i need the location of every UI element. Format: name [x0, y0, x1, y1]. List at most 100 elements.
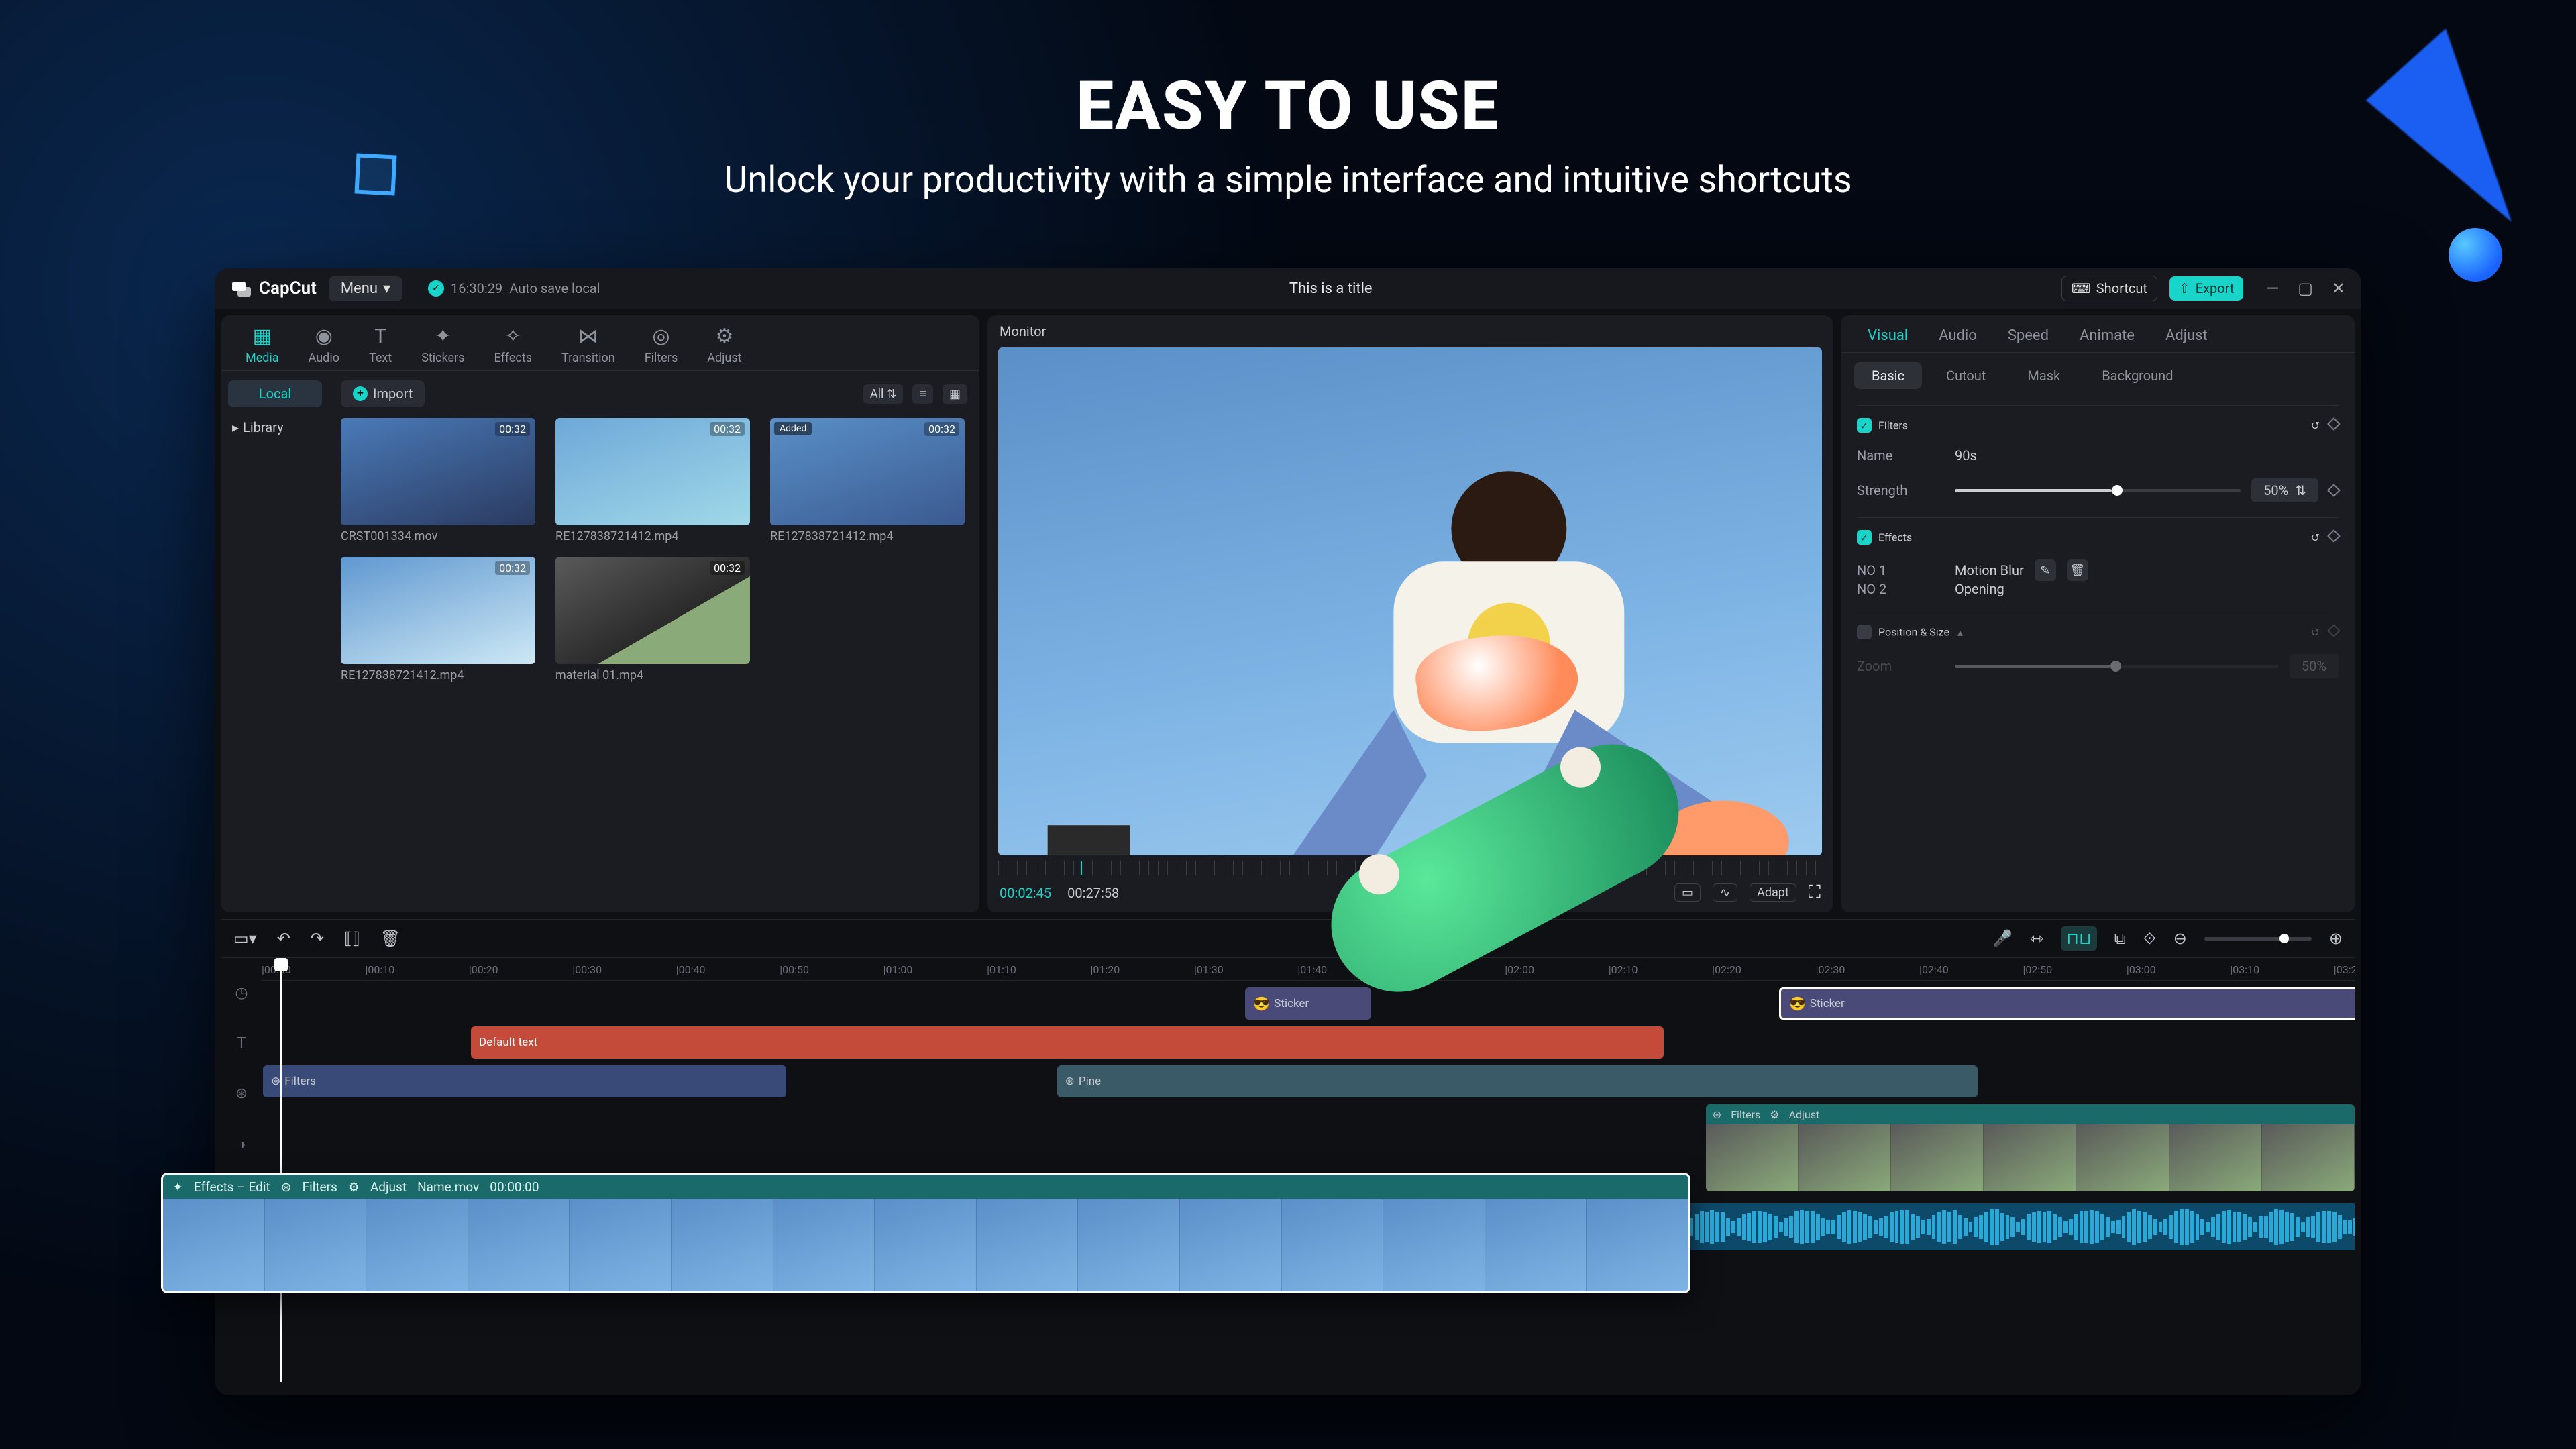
inspector-subtab-cutout[interactable]: Cutout	[1929, 362, 2003, 389]
quality-icon[interactable]: ∿	[1713, 883, 1737, 902]
filter-all[interactable]: All⇅	[863, 384, 904, 404]
export-button[interactable]: ⇧ Export	[2169, 276, 2244, 301]
snap-icon[interactable]: ⧉	[2114, 929, 2126, 948]
keyframe-icon[interactable]	[2327, 484, 2341, 497]
inspector-tab-speed[interactable]: Speed	[1996, 319, 2061, 352]
magnet-icon[interactable]: ⊓⊔	[2061, 926, 2096, 951]
close-icon[interactable]: ✕	[2332, 279, 2345, 298]
media-clip[interactable]: 00:32RE127838721412.mp4	[341, 557, 535, 682]
menu-button[interactable]: Menu ▾	[329, 276, 402, 301]
timeline-zoom-slider[interactable]	[2204, 937, 2312, 941]
import-button[interactable]: +Import	[341, 380, 425, 407]
view-grid-icon[interactable]: ▦	[943, 384, 967, 404]
inspector-tab-animate[interactable]: Animate	[2068, 319, 2147, 352]
timeline-ruler[interactable]: |00:00|00:10|00:20|00:30|00:40|00:50|01:…	[262, 958, 2355, 981]
filter-clip[interactable]: ⊛Filters	[263, 1065, 786, 1097]
aspect-icon[interactable]: ▭	[1674, 883, 1701, 902]
view-list-icon[interactable]: ≡	[912, 384, 933, 404]
tool-tab-label: Effects	[494, 351, 532, 365]
reset-icon[interactable]: ↺	[2311, 419, 2320, 432]
tool-tab-audio[interactable]: ◉Audio	[294, 319, 354, 370]
track-icon-fx[interactable]: ⊛	[235, 1085, 248, 1102]
adapt-button[interactable]: Adapt	[1750, 883, 1796, 902]
filters-checkbox[interactable]: ✓	[1857, 418, 1872, 433]
ruler-tick: |01:00	[883, 963, 913, 976]
text-clip[interactable]: Default text	[471, 1026, 1664, 1059]
sticker-clip[interactable]: 😎Sticker	[1245, 987, 1371, 1020]
zoom-slider	[1955, 665, 2279, 668]
filter-clip-pine[interactable]: ⊛Pine	[1057, 1065, 1978, 1097]
keyframe-icon[interactable]	[2327, 417, 2341, 431]
adjust-icon: ⚙	[1770, 1108, 1779, 1121]
ruler-tick: |02:10	[1609, 963, 1638, 976]
tool-tab-transition[interactable]: ⋈Transition	[547, 319, 630, 370]
tool-tab-effects[interactable]: ✧Effects	[479, 319, 547, 370]
effect-row: NO 1Motion Blur✎🗑	[1857, 559, 2339, 581]
stickers-icon: ✦	[435, 325, 451, 348]
media-clip[interactable]: Added00:32RE127838721412.mp4	[770, 418, 965, 543]
monitor-panel: Monitor 00:02:45 00:27:58	[987, 315, 1833, 912]
zoom-in-icon[interactable]: ⊕	[2329, 929, 2343, 948]
playhead[interactable]	[280, 958, 282, 1382]
split-icon[interactable]: ⟦⟧	[344, 929, 360, 948]
reset-icon[interactable]: ↺	[2311, 531, 2320, 544]
tool-tab-adjust[interactable]: ⚙Adjust	[692, 319, 756, 370]
undo-icon[interactable]: ↶	[277, 929, 290, 948]
shortcut-button[interactable]: ⌨ Shortcut	[2061, 276, 2157, 301]
ruler-tick: |03:00	[2127, 963, 2156, 976]
keyframe-icon[interactable]	[2327, 529, 2341, 543]
inspector-subtab-mask[interactable]: Mask	[2010, 362, 2078, 389]
fullscreen-icon[interactable]: ⛶	[1809, 882, 1821, 903]
zoom-value-text: 50%	[2302, 658, 2326, 674]
video-clip-2[interactable]: ⊛Filters⚙Adjust	[1706, 1104, 2355, 1191]
tool-tab-text[interactable]: TText	[354, 319, 407, 370]
track-icon-text[interactable]: T	[237, 1035, 246, 1052]
stepper-icon[interactable]: ⇅	[2295, 482, 2306, 498]
sticker-clip-selected[interactable]: 😎Sticker	[1779, 987, 2355, 1020]
delete-icon[interactable]: 🗑	[380, 929, 400, 948]
media-clip[interactable]: 00:32RE127838721412.mp4	[555, 418, 750, 543]
minimize-icon[interactable]: ―	[2266, 279, 2279, 298]
edit-icon[interactable]: ✎	[2035, 559, 2056, 581]
autosave-time: 16:30:29	[451, 280, 502, 297]
media-clip[interactable]: 00:32CRST001334.mov	[341, 418, 535, 543]
link-icon[interactable]: ⇿	[2030, 929, 2043, 948]
track-icon-clock[interactable]: ◷	[235, 985, 248, 1002]
tool-tab-filters[interactable]: ◎Filters	[630, 319, 693, 370]
effects-checkbox[interactable]: ✓	[1857, 530, 1872, 545]
sidebar-library-label: Library	[243, 419, 284, 435]
effects-icon: ✦	[172, 1179, 183, 1195]
strength-slider[interactable]	[1955, 489, 2241, 492]
inspector-tab-visual[interactable]: Visual	[1856, 319, 1920, 352]
prev-icon[interactable]: ⏮	[1343, 882, 1358, 903]
zoom-out-icon[interactable]: ⊖	[2174, 929, 2187, 948]
tool-tab-media[interactable]: ▦Media	[231, 319, 294, 370]
redo-icon[interactable]: ↷	[311, 929, 324, 948]
project-title[interactable]: This is a title	[612, 280, 2049, 297]
maximize-icon[interactable]: ▢	[2298, 279, 2313, 298]
ripple-icon[interactable]: ⟐	[2143, 929, 2156, 948]
monitor-ruler[interactable]	[998, 861, 1822, 875]
inspector-tab-adjust[interactable]: Adjust	[2153, 319, 2220, 352]
select-tool-icon[interactable]: ▭▾	[233, 929, 257, 948]
track-icon-audio[interactable]: ◑	[237, 1136, 246, 1153]
delete-icon[interactable]: 🗑	[2067, 559, 2088, 581]
strength-value[interactable]: 50%⇅	[2251, 478, 2318, 502]
inspector-subtab-basic[interactable]: Basic	[1854, 362, 1922, 389]
inspector-subtab-background[interactable]: Background	[2084, 362, 2190, 389]
selected-video-clip[interactable]: ✦Effects – Edit ⊛Filters ⚙Adjust Name.mo…	[161, 1173, 1690, 1293]
inspector-tab-audio[interactable]: Audio	[1927, 319, 1989, 352]
keyboard-icon: ⌨	[2072, 280, 2091, 297]
clip2-filters: Filters	[1731, 1108, 1760, 1121]
tool-tab-stickers[interactable]: ✦ Stickers	[407, 319, 479, 370]
media-clip[interactable]: 00:32material 01.mp4	[555, 557, 750, 682]
step-back-icon[interactable]: ◂▮	[1386, 882, 1404, 903]
pause-icon[interactable]: ▮▮	[1431, 882, 1450, 903]
chevron-up-icon[interactable]: ▴	[1957, 626, 1963, 639]
sidebar-local[interactable]: Local	[228, 380, 322, 407]
mic-icon[interactable]: 🎤	[1992, 929, 2012, 948]
sidebar-library[interactable]: ▸Library	[228, 414, 322, 441]
position-checkbox[interactable]: ✓	[1857, 625, 1872, 639]
preview-canvas[interactable]	[998, 347, 1822, 855]
tool-tab-label: Stickers	[421, 351, 464, 365]
